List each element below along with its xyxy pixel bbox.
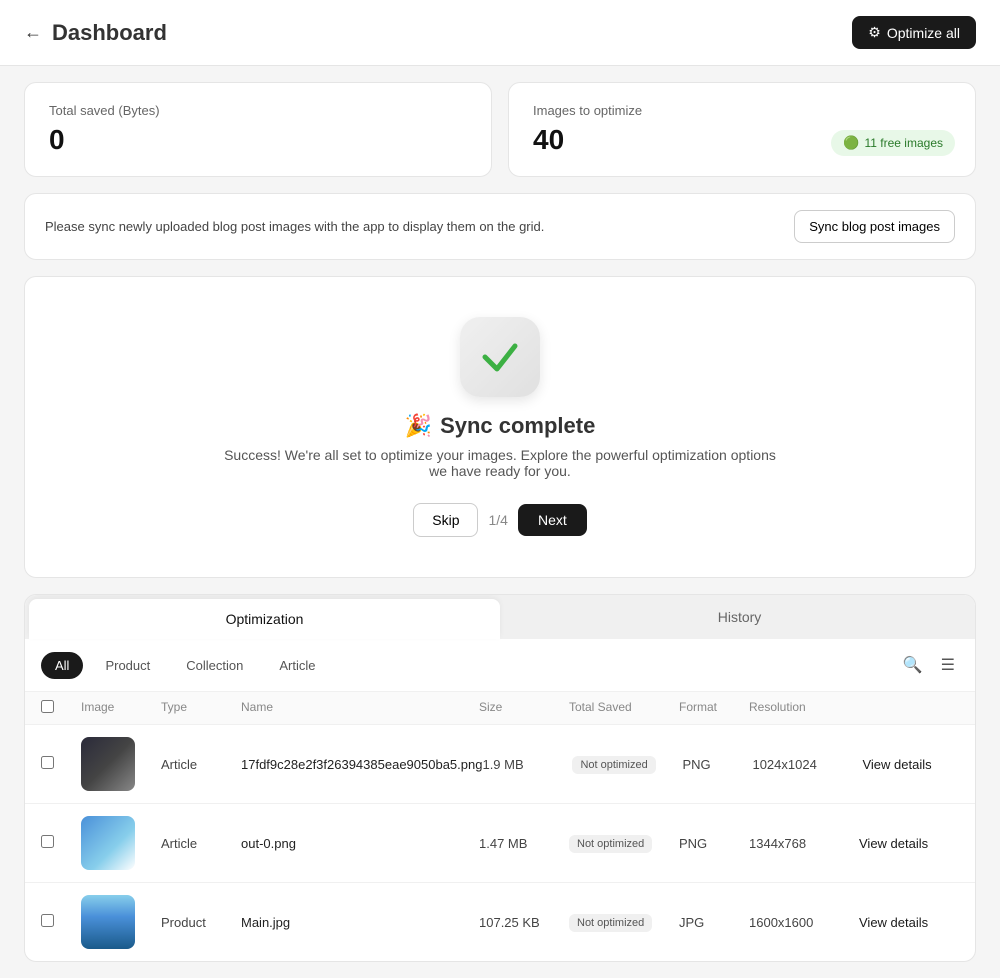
total-saved-card: Total saved (Bytes) 0 — [24, 82, 492, 177]
total-saved-label: Total saved (Bytes) — [49, 103, 467, 118]
select-all-checkbox[interactable] — [41, 700, 54, 713]
page-title: Dashboard — [52, 20, 167, 46]
images-to-optimize-card: Images to optimize 40 🟢 11 free images — [508, 82, 976, 177]
row-format-3: JPG — [679, 915, 749, 930]
view-details-link-3[interactable]: View details — [859, 915, 928, 930]
filter-tabs: All Product Collection Article — [41, 652, 329, 679]
row-resolution-3: 1600x1600 — [749, 915, 859, 930]
filter-collection[interactable]: Collection — [172, 652, 257, 679]
row-image-2 — [81, 816, 161, 870]
row-actions-1[interactable]: View details — [862, 756, 962, 772]
view-details-link-1[interactable]: View details — [862, 757, 931, 772]
search-icon-button[interactable]: 🔍 — [899, 651, 927, 679]
sync-banner: Please sync newly uploaded blog post ima… — [24, 193, 976, 260]
row-total-saved-3: Not optimized — [569, 913, 679, 932]
sync-complete-card: 🎉 Sync complete Success! We're all set t… — [24, 276, 976, 578]
optimize-all-button[interactable]: ⚙ Optimize all — [852, 16, 976, 49]
row-checkbox-1[interactable] — [41, 756, 81, 772]
tabs-header: Optimization History — [25, 595, 975, 639]
col-format-header: Format — [679, 700, 749, 716]
col-image-header: Image — [81, 700, 161, 716]
filter-all[interactable]: All — [41, 652, 83, 679]
row-type-2: Article — [161, 836, 241, 851]
back-arrow-icon[interactable]: ← — [24, 22, 42, 43]
row-checkbox-3[interactable] — [41, 914, 81, 930]
col-total-saved-header: Total Saved — [569, 700, 679, 716]
row-image-1 — [81, 737, 161, 791]
sync-banner-text: Please sync newly uploaded blog post ima… — [45, 219, 544, 234]
header-left: ← Dashboard — [24, 20, 167, 46]
row-actions-2[interactable]: View details — [859, 835, 959, 851]
images-to-optimize-label: Images to optimize — [533, 103, 951, 118]
col-name-header: Name — [241, 700, 479, 716]
checkmark-icon — [475, 332, 525, 382]
row-size-3: 107.25 KB — [479, 915, 569, 930]
skip-button[interactable]: Skip — [413, 503, 478, 537]
not-optimized-badge-1: Not optimized — [572, 756, 655, 774]
row-total-saved-1: Not optimized — [572, 755, 682, 774]
tab-history[interactable]: History — [504, 597, 975, 637]
table-header: Image Type Name Size Total Saved Format … — [25, 692, 975, 725]
checkmark-circle — [460, 317, 540, 397]
filter-article[interactable]: Article — [265, 652, 329, 679]
not-optimized-badge-3: Not optimized — [569, 914, 652, 932]
sync-emoji: 🎉 — [405, 413, 432, 439]
col-type-header: Type — [161, 700, 241, 716]
badge-icon: 🟢 — [843, 135, 859, 151]
col-actions-header — [859, 700, 959, 716]
total-saved-value: 0 — [49, 124, 467, 156]
optimize-icon: ⚙ — [868, 24, 881, 41]
filter-icon-button[interactable]: ☰ — [937, 651, 959, 679]
row-name-3: Main.jpg — [241, 915, 479, 930]
col-resolution-header: Resolution — [749, 700, 859, 716]
row-resolution-2: 1344x768 — [749, 836, 859, 851]
not-optimized-badge-2: Not optimized — [569, 835, 652, 853]
col-size-header: Size — [479, 700, 569, 716]
sync-title-text: Sync complete — [440, 413, 595, 439]
row-image-3 — [81, 895, 161, 949]
row-actions-3[interactable]: View details — [859, 914, 959, 930]
row-size-2: 1.47 MB — [479, 836, 569, 851]
filter-row: All Product Collection Article 🔍 ☰ — [25, 639, 975, 692]
row-total-saved-2: Not optimized — [569, 834, 679, 853]
main-content: Total saved (Bytes) 0 Images to optimize… — [0, 66, 1000, 978]
row-format-2: PNG — [679, 836, 749, 851]
row-name-1: 17fdf9c28e2f3f26394385eae9050ba5.png — [241, 757, 482, 772]
page-indicator: 1/4 — [488, 512, 507, 528]
filter-icons: 🔍 ☰ — [899, 651, 959, 679]
next-button[interactable]: Next — [518, 504, 587, 536]
filter-product[interactable]: Product — [91, 652, 164, 679]
free-images-label: 11 free images — [865, 136, 944, 150]
row-format-1: PNG — [682, 757, 752, 772]
row-checkbox-2[interactable] — [41, 835, 81, 851]
optimize-all-label: Optimize all — [887, 25, 960, 41]
free-images-badge[interactable]: 🟢 11 free images — [831, 130, 955, 156]
sync-nav: Skip 1/4 Next — [413, 503, 587, 537]
tab-optimization[interactable]: Optimization — [29, 599, 500, 639]
stats-row: Total saved (Bytes) 0 Images to optimize… — [24, 82, 976, 177]
row-type-3: Product — [161, 915, 241, 930]
table-row: Article 17fdf9c28e2f3f26394385eae9050ba5… — [25, 725, 975, 804]
col-checkbox — [41, 700, 81, 716]
table-row: Article out-0.png 1.47 MB Not optimized … — [25, 804, 975, 883]
row-size-1: 1.9 MB — [482, 757, 572, 772]
table-row: Product Main.jpg 107.25 KB Not optimized… — [25, 883, 975, 961]
sync-blog-post-images-button[interactable]: Sync blog post images — [794, 210, 955, 243]
sync-complete-title: 🎉 Sync complete — [405, 413, 596, 439]
app-header: ← Dashboard ⚙ Optimize all — [0, 0, 1000, 66]
row-type-1: Article — [161, 757, 241, 772]
view-details-link-2[interactable]: View details — [859, 836, 928, 851]
row-name-2: out-0.png — [241, 836, 479, 851]
tabs-section: Optimization History All Product Collect… — [24, 594, 976, 962]
thumbnail-1 — [81, 737, 135, 791]
thumbnail-2 — [81, 816, 135, 870]
row-resolution-1: 1024x1024 — [752, 757, 862, 772]
sync-description: Success! We're all set to optimize your … — [220, 447, 780, 479]
thumbnail-3 — [81, 895, 135, 949]
